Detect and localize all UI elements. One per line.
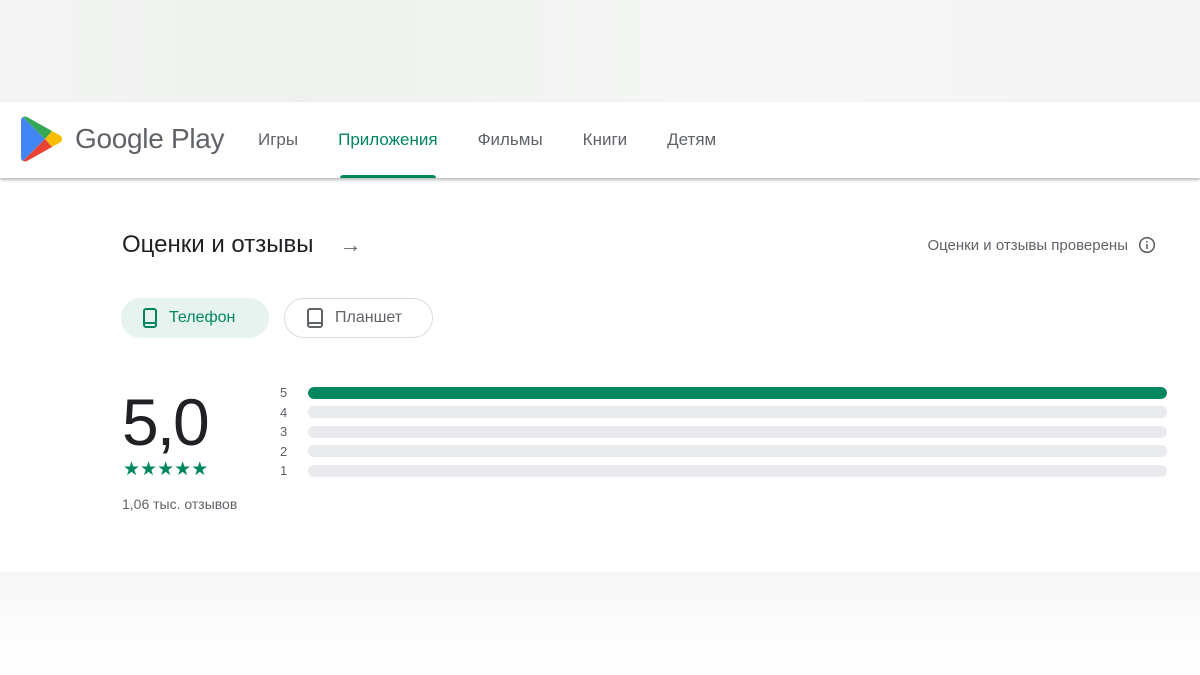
rating-bar-row: 1 bbox=[280, 461, 1167, 481]
rating-bar-label: 4 bbox=[280, 404, 288, 420]
tab-kids[interactable]: Детям bbox=[647, 102, 736, 178]
phone-label: Телефон bbox=[169, 309, 236, 326]
arrow-right-icon[interactable]: → bbox=[339, 232, 361, 258]
section-title: Оценки и отзывы bbox=[122, 231, 314, 258]
star-icon: ★ bbox=[174, 459, 192, 480]
info-icon[interactable] bbox=[1138, 236, 1156, 254]
rating-bar-track bbox=[308, 464, 1167, 477]
background-blur-bottom bbox=[0, 572, 1200, 675]
verified-text: Оценки и отзывы проверены bbox=[927, 236, 1128, 254]
star-icon: ★ bbox=[191, 459, 209, 480]
tab-apps[interactable]: Приложения bbox=[318, 102, 457, 178]
rating-bar-track bbox=[308, 406, 1167, 419]
device-chip-tablet[interactable]: Планшет bbox=[284, 298, 433, 338]
tab-movies[interactable]: Фильмы bbox=[458, 102, 563, 178]
rating-bar-row: 5 bbox=[280, 383, 1167, 403]
rating-bar-row: 3 bbox=[280, 422, 1167, 442]
star-icon: ★ bbox=[123, 459, 141, 480]
tablet-label: Планшет bbox=[335, 309, 403, 326]
rating-bar-fill bbox=[308, 386, 1167, 399]
device-chip-phone[interactable]: Телефон bbox=[121, 298, 269, 338]
rating-bar-label: 1 bbox=[280, 463, 288, 479]
brand-name: Google Play bbox=[75, 123, 225, 154]
tablet-icon bbox=[307, 308, 323, 328]
rating-bar-track bbox=[308, 425, 1167, 438]
rating-bar-label: 3 bbox=[280, 424, 288, 440]
verified-note: Оценки и отзывы проверены bbox=[927, 236, 1156, 254]
rating-bar-row: 4 bbox=[280, 403, 1167, 423]
top-bar: Google Play Игры Приложения Фильмы Книги… bbox=[0, 102, 1200, 178]
main-nav: Игры Приложения Фильмы Книги Детям bbox=[238, 102, 736, 178]
rating-bar-track bbox=[308, 445, 1167, 458]
background-blur-top bbox=[0, 0, 1200, 102]
rating-distribution: 5 4 3 2 1 bbox=[280, 383, 1167, 481]
section-header[interactable]: Оценки и отзывы → bbox=[122, 231, 361, 259]
tab-books[interactable]: Книги bbox=[563, 102, 647, 178]
google-play-logo[interactable]: Google Play bbox=[21, 115, 225, 163]
tab-games[interactable]: Игры bbox=[238, 102, 318, 178]
phone-icon bbox=[143, 308, 157, 328]
star-icon: ★ bbox=[140, 459, 158, 480]
rating-bar-track bbox=[308, 386, 1167, 399]
rating-bar-label: 2 bbox=[280, 443, 288, 459]
review-count: 1,06 тыс. отзывов bbox=[122, 496, 238, 512]
rating-score: 5,0 bbox=[122, 385, 210, 459]
play-icon bbox=[21, 116, 62, 162]
rating-stars: ★★★★★ bbox=[123, 458, 208, 481]
star-icon: ★ bbox=[157, 459, 175, 480]
rating-bar-row: 2 bbox=[280, 442, 1167, 462]
rating-bar-label: 5 bbox=[280, 385, 288, 401]
